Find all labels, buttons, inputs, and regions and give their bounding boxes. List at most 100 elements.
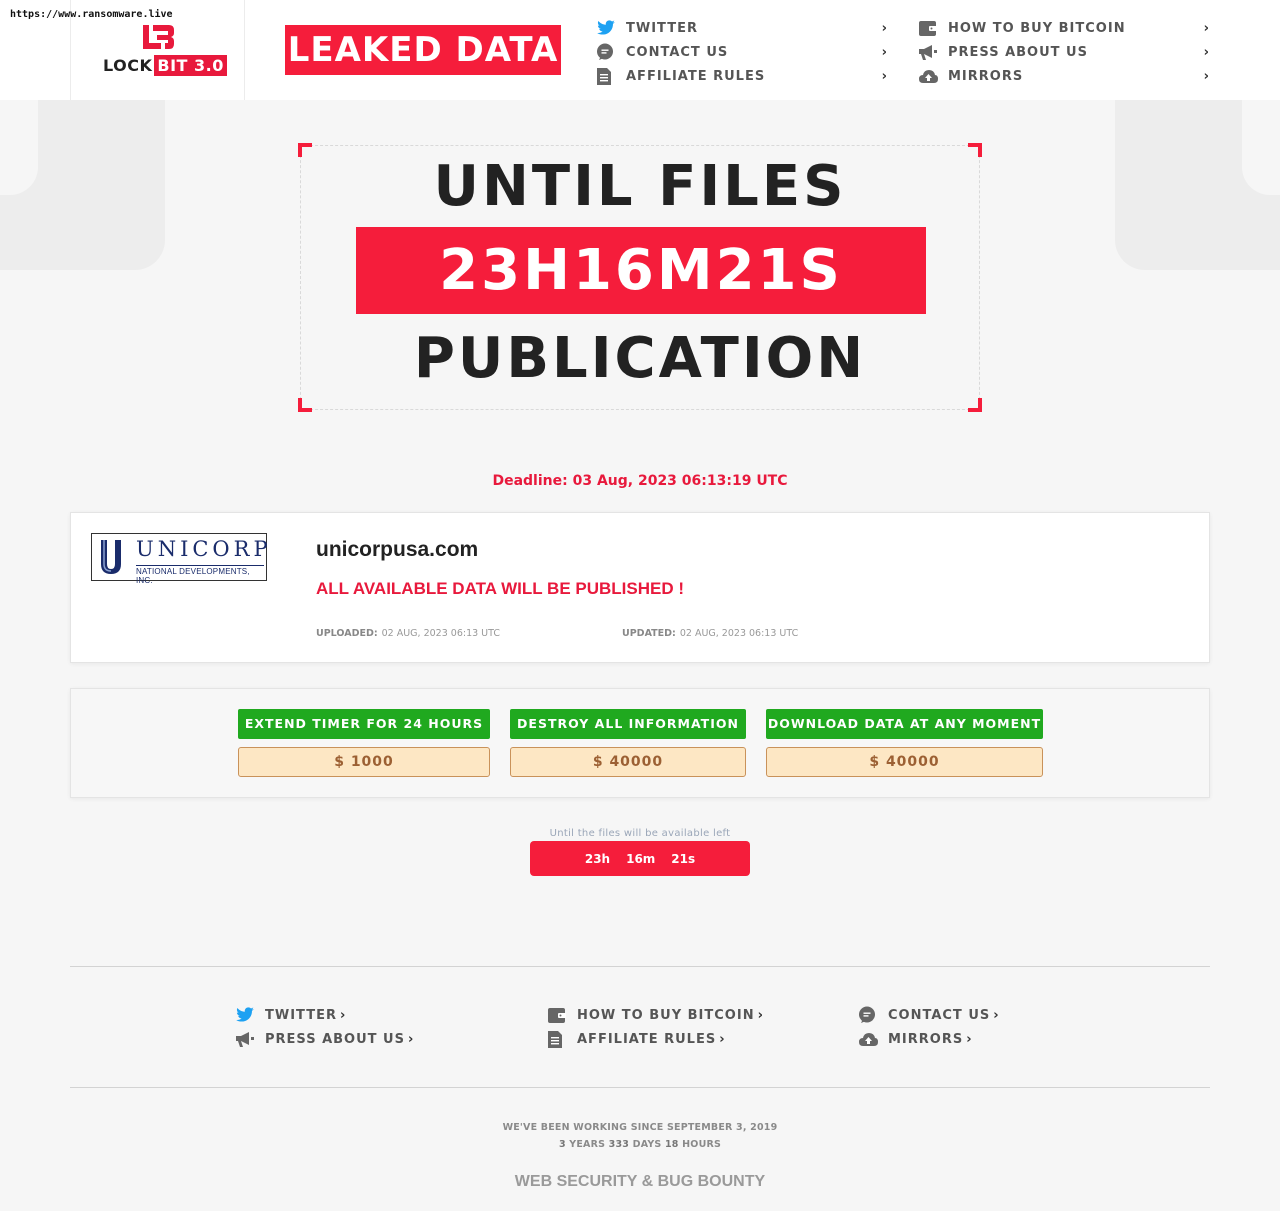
company-logo-subtitle: NATIONAL DEVELOPMENTS, INC. (136, 565, 264, 585)
header-nav-right: HOW TO BUY BITCOIN › PRESS ABOUT US › MI… (918, 16, 1210, 88)
uploaded-value: 02 AUG, 2023 06:13 UTC (381, 628, 501, 639)
footer-divider-bottom (70, 1087, 1210, 1088)
days-value: 333 (608, 1139, 630, 1150)
chat-icon (858, 1006, 888, 1024)
frame-corner (968, 398, 982, 412)
timer-minutes: 16m (626, 851, 656, 866)
nav-label: TWITTER (626, 20, 698, 36)
nav-label: PRESS ABOUT US (948, 44, 1088, 60)
twitter-icon (235, 1007, 265, 1023)
chevron-right-icon: › (1203, 44, 1210, 60)
countdown-heading: UNTIL FILES (433, 154, 847, 219)
deadline-text: Deadline: 03 Aug, 2023 06:13:19 UTC (492, 473, 788, 489)
wallet-icon (918, 20, 948, 37)
nav-label: CONTACT US (626, 44, 729, 60)
nav-item-mirrors[interactable]: MIRRORS › (918, 64, 1210, 88)
footer-nav-col-3: CONTACT US › MIRRORS › (858, 1003, 1000, 1051)
working-since: WE'VE BEEN WORKING SINCE SEPTEMBER 3, 20… (0, 1119, 1280, 1153)
availability-label: Until the files will be available left (549, 828, 731, 839)
years-value: 3 (558, 1139, 566, 1150)
timer-seconds: 21s (671, 851, 696, 866)
footer-divider-top (70, 966, 1210, 967)
footer-item-label: TWITTER (265, 1007, 337, 1023)
timer-hours: 23h (584, 851, 611, 866)
footer-item-mirrors[interactable]: MIRRORS › (858, 1027, 1000, 1051)
nav-label: HOW TO BUY BITCOIN (948, 20, 1126, 36)
leaked-data-banner[interactable]: LEAKED DATA (285, 25, 561, 75)
uploaded-label: UPLOADED: (316, 628, 378, 639)
footer-item-how-to-buy-bitcoin[interactable]: HOW TO BUY BITCOIN › (547, 1003, 764, 1027)
company-logo: UNICORP NATIONAL DEVELOPMENTS, INC. (91, 533, 268, 585)
chevron-right-icon: › (966, 1031, 973, 1047)
updated-meta: UPDATED: 02 AUG, 2023 06:13 UTC (622, 628, 798, 639)
cloud-upload-icon (918, 68, 948, 84)
nav-item-contact-us[interactable]: CONTACT US › (596, 40, 888, 64)
countdown-subheading: PUBLICATION (413, 326, 867, 391)
footer-item-label: PRESS ABOUT US (265, 1031, 405, 1047)
download-data-button[interactable]: DOWNLOAD DATA AT ANY MOMENT (766, 709, 1043, 739)
action-download-data: DOWNLOAD DATA AT ANY MOMENT $ 40000 (766, 709, 1043, 777)
chevron-right-icon: › (881, 44, 888, 60)
logo-version-text: BIT 3.0 (154, 55, 227, 76)
wallet-icon (547, 1007, 577, 1024)
megaphone-icon (918, 44, 948, 61)
bug-bounty-link[interactable]: WEB SECURITY & BUG BOUNTY (0, 1173, 1280, 1191)
availability-timer: 23h 16m 21s (530, 841, 750, 876)
nav-item-twitter[interactable]: TWITTER › (596, 16, 888, 40)
uploaded-meta: UPLOADED: 02 AUG, 2023 06:13 UTC (316, 628, 500, 639)
footer-nav-col-2: HOW TO BUY BITCOIN › AFFILIATE RULES › (547, 1003, 764, 1051)
extend-timer-price: $ 1000 (238, 747, 490, 777)
decor-shape-left-inner (0, 100, 38, 195)
action-destroy-information: DESTROY ALL INFORMATION $ 40000 (510, 709, 746, 777)
logo-main-text: LOCK (103, 56, 153, 75)
chevron-right-icon: › (1203, 68, 1210, 84)
actions-panel: EXTEND TIMER FOR 24 HOURS $ 1000 DESTROY… (70, 688, 1210, 798)
destroy-information-button[interactable]: DESTROY ALL INFORMATION (510, 709, 746, 739)
footer-item-label: HOW TO BUY BITCOIN (577, 1007, 755, 1023)
cloud-upload-icon (858, 1031, 888, 1047)
chevron-right-icon: › (757, 1007, 764, 1023)
footer-nav-col-1: TWITTER › PRESS ABOUT US › (235, 1003, 414, 1051)
chevron-right-icon: › (407, 1031, 415, 1047)
updated-value: 02 AUG, 2023 06:13 UTC (679, 628, 799, 639)
nav-item-affiliate-rules[interactable]: AFFILIATE RULES › (596, 64, 888, 88)
footer-item-label: AFFILIATE RULES (577, 1031, 717, 1047)
frame-corner (298, 398, 312, 412)
publish-status: ALL AVAILABLE DATA WILL BE PUBLISHED ! (316, 579, 684, 598)
chevron-right-icon: › (339, 1007, 347, 1023)
footer-item-press-about-us[interactable]: PRESS ABOUT US › (235, 1027, 414, 1051)
hours-label: HOURS (682, 1139, 722, 1150)
chevron-right-icon: › (719, 1031, 726, 1047)
footer-item-label: MIRRORS (888, 1031, 964, 1047)
hours-value: 18 (665, 1139, 679, 1150)
site-header: LOCK BIT 3.0 LEAKED DATA TWITTER › CONTAC… (0, 0, 1280, 100)
destroy-information-price: $ 40000 (510, 747, 746, 777)
download-data-price: $ 40000 (766, 747, 1043, 777)
extend-timer-button[interactable]: EXTEND TIMER FOR 24 HOURS (238, 709, 490, 739)
chevron-right-icon: › (993, 1007, 1000, 1023)
nav-item-how-to-buy-bitcoin[interactable]: HOW TO BUY BITCOIN › (918, 16, 1210, 40)
footer-item-label: CONTACT US (888, 1007, 991, 1023)
megaphone-icon (235, 1031, 265, 1048)
footer-item-affiliate-rules[interactable]: AFFILIATE RULES › (547, 1027, 764, 1051)
company-logo-mark-icon (101, 540, 121, 574)
days-label: DAYS (632, 1139, 662, 1150)
header-nav-left: TWITTER › CONTACT US › AFFILIATE RULES › (596, 16, 888, 88)
countdown-frame: UNTIL FILES 23H16M21S PUBLICATION (298, 143, 982, 412)
company-logo-name: UNICORP (136, 537, 272, 561)
document-icon (596, 67, 626, 86)
updated-label: UPDATED: (622, 628, 676, 639)
lockbit-mark-icon (143, 25, 174, 49)
working-since-line: WE'VE BEEN WORKING SINCE SEPTEMBER 3, 20… (502, 1122, 778, 1133)
nav-label: MIRRORS (948, 68, 1024, 84)
twitter-icon (596, 20, 626, 36)
lockbit-wordmark: LOCK BIT 3.0 (103, 55, 227, 76)
footer-item-contact-us[interactable]: CONTACT US › (858, 1003, 1000, 1027)
countdown-timer: 23H16M21S (356, 227, 926, 314)
decor-shape-right-inner (1242, 100, 1280, 195)
footer-item-twitter[interactable]: TWITTER › (235, 1003, 414, 1027)
nav-item-press-about-us[interactable]: PRESS ABOUT US › (918, 40, 1210, 64)
victim-card: UNICORP NATIONAL DEVELOPMENTS, INC. unic… (70, 512, 1210, 663)
working-duration: 3 YEARS 333 DAYS 18 HOURS (0, 1136, 1280, 1153)
leaked-data-label: LEAKED DATA (287, 30, 559, 70)
